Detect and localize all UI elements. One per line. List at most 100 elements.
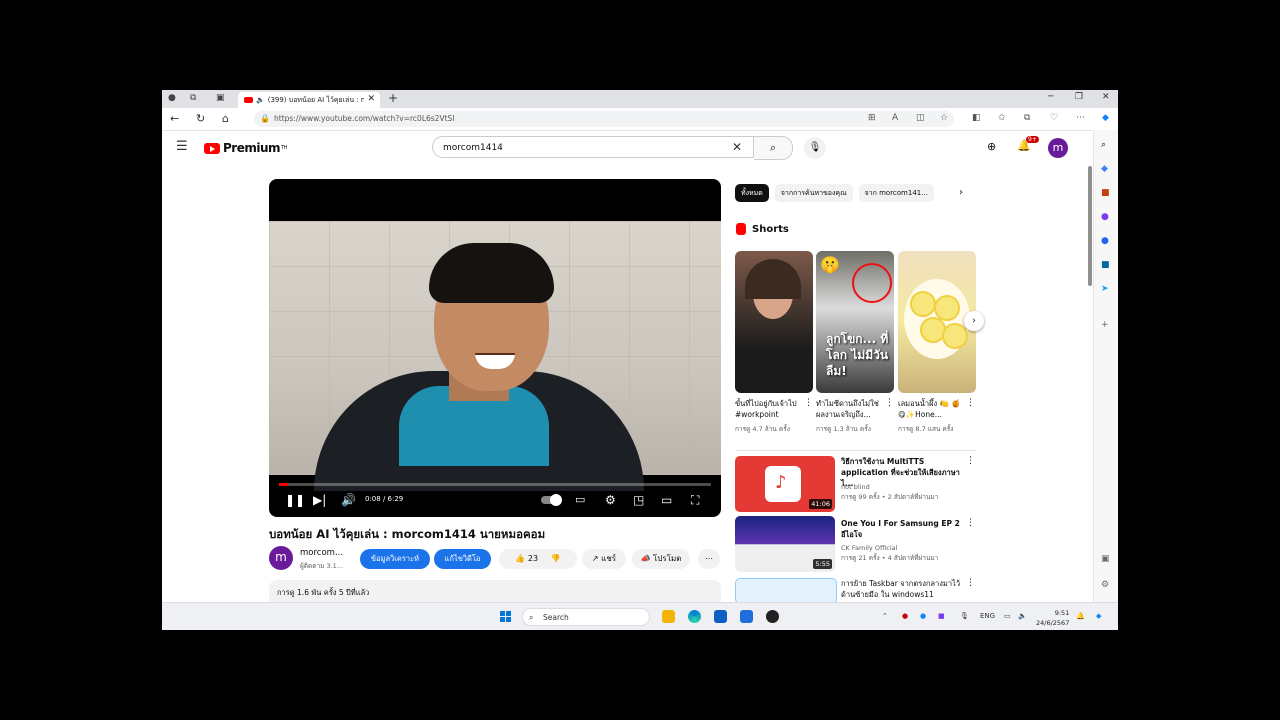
refresh-icon[interactable]: ↻ xyxy=(196,112,205,125)
promote-button[interactable]: 📣 โปรโมต xyxy=(632,549,690,569)
restore-button[interactable]: ❐ xyxy=(1075,92,1083,102)
short-thumbnail-2[interactable]: 🤫 ลูกโขก... ที่โลก ไม่มีวันลืม! xyxy=(816,251,894,393)
more-actions-button[interactable]: ⋯ xyxy=(698,549,720,569)
clear-search-icon[interactable]: ✕ xyxy=(732,140,742,154)
sidebar-layout-icon[interactable]: ▣ xyxy=(1101,554,1110,564)
profile-icon[interactable]: ● xyxy=(168,93,176,103)
store-icon[interactable] xyxy=(714,610,727,623)
rec-thumbnail-3[interactable] xyxy=(735,578,837,604)
notification-center-icon[interactable]: 🔔 xyxy=(1076,612,1085,620)
toolbox-icon[interactable]: ■ xyxy=(1101,188,1110,198)
short-more-icon-3[interactable]: ⋮ xyxy=(966,398,975,408)
tray-app-icon[interactable]: ● xyxy=(920,612,926,620)
short-title-2[interactable]: ทำไมซีดานถึงไม่ใช่ผลงานเจริญถึง... xyxy=(816,398,886,420)
short-thumbnail-1[interactable] xyxy=(735,251,813,393)
volume-icon[interactable]: 🔊 xyxy=(341,493,356,507)
home-icon[interactable]: ⌂ xyxy=(222,112,229,125)
fullscreen-icon[interactable]: ⛶ xyxy=(691,493,699,508)
network-icon[interactable]: ▭ xyxy=(1004,612,1011,620)
read-aloud-icon[interactable]: A xyxy=(892,113,898,123)
voice-search-button[interactable]: 🎙 xyxy=(804,137,826,159)
rec-more-icon-3[interactable]: ⋮ xyxy=(966,578,975,588)
settings-gear-icon[interactable]: ⚙ xyxy=(605,493,616,507)
people-icon[interactable]: ● xyxy=(1101,212,1109,222)
video-player[interactable]: ❚❚ ▶| 🔊 0:08 / 6:29 ▭ ⚙ ◳ ▭ ⛶ xyxy=(269,179,721,517)
tag-icon[interactable]: ◆ xyxy=(1101,164,1108,174)
chip-from-channel[interactable]: จาก morcom141... xyxy=(858,184,934,202)
settings-more-icon[interactable]: ⋯ xyxy=(1076,113,1085,123)
edit-video-button[interactable]: แก้ไขวิดีโอ xyxy=(434,549,491,569)
speaker-icon[interactable]: 🔈 xyxy=(256,96,265,104)
analytics-button[interactable]: ข้อมูลวิเคราะห์ xyxy=(360,549,430,569)
back-icon[interactable]: ← xyxy=(170,112,179,125)
app-available-icon[interactable]: ⊞ xyxy=(868,113,876,123)
edge-browser-icon[interactable] xyxy=(688,610,701,623)
tray-app-icon[interactable]: ● xyxy=(902,612,908,620)
search-input[interactable]: morcom1414 xyxy=(432,136,754,158)
rec-title-3[interactable]: การย้าย Taskbar จากตรงกลางมาไว้ด้านซ้ายม… xyxy=(841,578,966,600)
taskbar-clock[interactable]: 9:51 24/6/2567 xyxy=(1036,608,1069,628)
dislike-icon[interactable]: 👎 xyxy=(551,554,561,563)
copilot-tray-icon[interactable]: ◆ xyxy=(1096,612,1101,620)
pause-icon[interactable]: ❚❚ xyxy=(285,493,305,507)
copilot-icon[interactable]: ◆ xyxy=(1102,113,1109,123)
rec-thumbnail-1[interactable]: ♪ 41:06 xyxy=(735,456,835,512)
progress-bar[interactable] xyxy=(279,483,711,486)
search-icon[interactable]: ⌕ xyxy=(1101,140,1106,150)
chip-all[interactable]: ทั้งหมด xyxy=(735,184,769,202)
short-more-icon-2[interactable]: ⋮ xyxy=(885,398,894,408)
rec-title-2[interactable]: One You I For Samsung EP 2 อีไอโจ xyxy=(841,518,966,540)
outlook-icon[interactable]: ■ xyxy=(1101,260,1110,270)
menu-icon[interactable]: ☰ xyxy=(176,139,188,154)
video-frame[interactable] xyxy=(269,221,721,491)
short-title-1[interactable]: ขั้นที่ไปอยู่กับเจ้าไป #workpoint xyxy=(735,398,805,420)
send-icon[interactable]: ➤ xyxy=(1101,284,1109,294)
rec-more-icon-1[interactable]: ⋮ xyxy=(966,456,975,466)
search-button[interactable]: ⌕ xyxy=(754,136,793,160)
short-title-3[interactable]: เลมอนน้ำผึ้ง 🍋 🍯😋✨Hone... xyxy=(898,398,968,420)
channel-name[interactable]: morcom... xyxy=(300,548,343,558)
next-icon[interactable]: ▶| xyxy=(313,493,326,507)
create-video-icon[interactable]: ⊕ xyxy=(987,140,996,153)
app-icon[interactable] xyxy=(766,610,779,623)
settings-app-icon[interactable] xyxy=(740,610,753,623)
add-icon[interactable]: + xyxy=(1101,320,1109,330)
favorite-star-icon[interactable]: ☆ xyxy=(940,113,948,123)
share-button[interactable]: ↗ แชร์ xyxy=(582,549,626,569)
close-tab-icon[interactable]: ✕ xyxy=(367,94,375,104)
windows-start-icon[interactable] xyxy=(500,611,512,623)
tray-app-icon[interactable]: ■ xyxy=(938,612,945,620)
youtube-premium-logo[interactable]: Premium TH xyxy=(204,141,287,155)
short-more-icon-1[interactable]: ⋮ xyxy=(804,398,813,408)
subtitles-icon[interactable]: ▭ xyxy=(575,493,585,506)
tray-mic-icon[interactable]: 🎙 xyxy=(960,612,969,620)
favorites-icon[interactable]: ✩ xyxy=(998,113,1006,123)
autoplay-toggle[interactable] xyxy=(541,494,562,506)
browser-essentials-icon[interactable]: ♡ xyxy=(1050,113,1058,123)
chip-from-search[interactable]: จากการค้นหาของคุณ xyxy=(774,184,853,202)
split-screen-icon[interactable]: ◧ xyxy=(972,113,981,123)
channel-avatar[interactable]: m xyxy=(269,546,293,570)
tray-chevron-icon[interactable]: ⌃ xyxy=(882,612,888,620)
url-field[interactable]: 🔒 https://www.youtube.com/watch?v=rc0L6s… xyxy=(254,111,954,127)
workspaces-icon[interactable]: ⧉ xyxy=(190,93,196,103)
browser-tab-youtube[interactable]: 🔈 (399) บอทน้อย AI ไว้คุยเล่น : mo... ✕ xyxy=(238,92,380,108)
chevron-right-icon[interactable]: › xyxy=(959,187,963,198)
language-indicator[interactable]: ENG xyxy=(980,612,995,620)
miniplayer-icon[interactable]: ◳ xyxy=(633,493,644,507)
rec-more-icon-2[interactable]: ⋮ xyxy=(966,518,975,528)
volume-tray-icon[interactable]: 🔈 xyxy=(1018,612,1027,620)
account-avatar[interactable]: m xyxy=(1048,138,1068,158)
minimize-button[interactable]: ─ xyxy=(1048,92,1053,102)
file-explorer-icon[interactable] xyxy=(662,610,675,623)
collections-icon[interactable]: ⧉ xyxy=(1024,113,1030,123)
theater-mode-icon[interactable]: ▭ xyxy=(661,493,672,507)
like-icon[interactable]: 👍 xyxy=(515,554,525,563)
tab-actions-icon[interactable]: ▣ xyxy=(216,93,225,103)
rec-thumbnail-2[interactable]: 5:55 xyxy=(735,516,835,572)
shorts-next-button[interactable]: › xyxy=(964,311,984,331)
sidebar-settings-icon[interactable]: ⚙ xyxy=(1101,580,1109,590)
extension-icon[interactable]: ◫ xyxy=(916,113,925,123)
taskbar-search-input[interactable]: ⌕ Search xyxy=(522,608,650,626)
rec-channel-1[interactable]: not blind xyxy=(841,482,870,492)
